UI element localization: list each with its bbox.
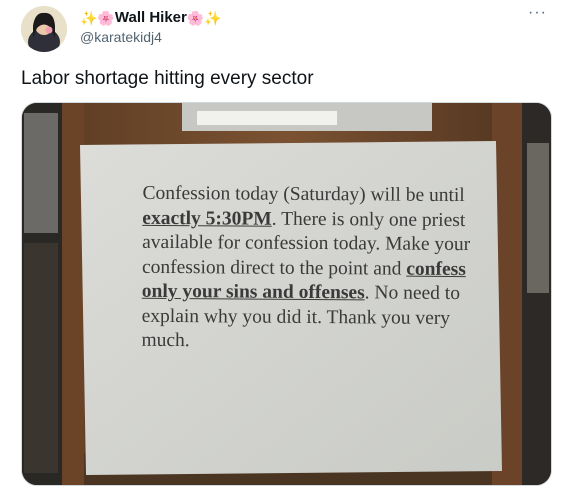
sparkle-flower-emoji-left: ✨🌸 bbox=[80, 10, 115, 26]
sign-underlined-time: exactly 5:30PM bbox=[142, 207, 272, 230]
avatar[interactable] bbox=[21, 6, 67, 52]
tweet-photo[interactable]: Confession today (Saturday) will be unti… bbox=[21, 102, 552, 486]
sign-text-part-1: Confession today (Saturday) will be unti… bbox=[142, 182, 465, 207]
author-name-row[interactable]: ✨🌸 Wall Hiker 🌸✨ bbox=[80, 8, 222, 28]
user-handle[interactable]: @karatekidj4 bbox=[80, 28, 162, 46]
more-options-icon[interactable]: ··· bbox=[528, 4, 547, 22]
sign-text: Confession today (Saturday) will be unti… bbox=[141, 182, 482, 356]
tweet-text: Labor shortage hitting every sector bbox=[21, 68, 314, 89]
display-name[interactable]: Wall Hiker bbox=[115, 8, 187, 28]
flower-sparkle-emoji-right: 🌸✨ bbox=[186, 10, 222, 26]
avatar-image bbox=[21, 6, 67, 52]
